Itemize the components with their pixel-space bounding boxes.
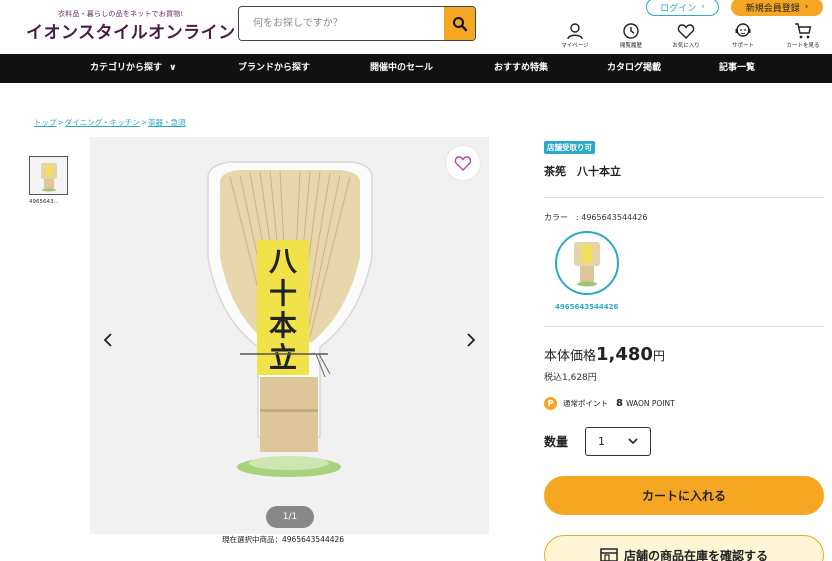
label-char-4: 立 <box>269 341 297 374</box>
swatch-label: 4965643544426 <box>555 303 619 311</box>
price-prefix: 本体価格 <box>544 349 597 364</box>
cart-label: カートを見る <box>786 43 820 49</box>
check-store-stock-button[interactable]: 店舗の商品在庫を確認する <box>544 535 824 561</box>
price: 本体価格1,480円 <box>544 344 665 365</box>
nav-item-label: カテゴリから探す <box>90 63 163 73</box>
breadcrumb-teaware[interactable]: 茶器・急須 <box>148 118 186 127</box>
breadcrumb-top[interactable]: トップ <box>34 118 57 127</box>
mypage-label: マイページ <box>561 43 589 49</box>
history-link[interactable]: 閲覧履歴 <box>608 22 654 49</box>
breadcrumb: トップ>ダイニング・キッチン>茶器・急須 <box>34 117 186 128</box>
favorites-link[interactable]: お気に入り <box>663 22 709 49</box>
heart-icon <box>454 156 472 171</box>
breadcrumb-separator: > <box>140 118 148 127</box>
login-button[interactable]: ログイン › <box>646 0 719 16</box>
selected-product-label: 現在選択中商品：4965643544426 <box>222 535 345 544</box>
quantity-select[interactable]: 1 <box>585 427 651 456</box>
cart-icon <box>795 23 812 39</box>
chevron-left-icon <box>103 333 112 347</box>
prev-image-button[interactable] <box>97 326 119 354</box>
nav-item-category[interactable]: カテゴリから探す ∨ <box>90 54 176 83</box>
register-button[interactable]: 新規会員登録 › <box>731 0 823 16</box>
next-image-button[interactable] <box>460 326 482 354</box>
nav-item-brand[interactable]: ブランドから探す <box>238 54 310 83</box>
clock-icon <box>623 23 639 39</box>
register-label: 新規会員登録 <box>745 3 800 14</box>
price-value: 1,480 <box>596 344 653 365</box>
color-swatch[interactable] <box>555 231 619 295</box>
quantity-label: 数量 <box>544 435 569 449</box>
support-link[interactable]: サポート <box>720 22 766 49</box>
label-char-2: 十 <box>269 277 297 310</box>
support-icon <box>735 23 751 37</box>
favorite-button[interactable] <box>446 146 480 180</box>
user-icon <box>567 23 583 40</box>
product-title: 茶筅 八十本立 <box>544 165 621 178</box>
point-label: 通常ポイント <box>563 399 608 408</box>
price-unit: 円 <box>652 349 665 363</box>
favorites-label: お気に入り <box>672 43 700 49</box>
product-thumbnail[interactable] <box>29 156 68 195</box>
search-input[interactable] <box>239 7 444 40</box>
history-label: 閲覧履歴 <box>619 43 642 49</box>
divider <box>544 197 824 198</box>
image-pager: 1/1 <box>266 506 314 528</box>
store-icon <box>600 548 618 561</box>
login-label: ログイン <box>660 3 697 14</box>
point-unit: WAON POINT <box>625 399 675 408</box>
chevron-down-icon <box>628 438 638 445</box>
breadcrumb-dining[interactable]: ダイニング・キッチン <box>65 118 140 127</box>
mypage-link[interactable]: マイページ <box>552 22 598 49</box>
chasen-thumbnail-image <box>40 162 57 191</box>
search-button[interactable] <box>444 7 475 40</box>
quantity-value: 1 <box>598 435 605 448</box>
global-nav: カテゴリから探す ∨ ブランドから探す 開催中のセール おすすめ特集 カタログ掲… <box>0 54 832 83</box>
product-main-image: 八 十 本 立 <box>90 137 489 534</box>
heart-icon <box>677 24 695 39</box>
label-char-1: 八 <box>269 245 298 278</box>
add-to-cart-button[interactable]: カートに入れる <box>544 476 824 515</box>
tax-included-price: 税込1,628円 <box>544 373 597 383</box>
nav-item-sale[interactable]: 開催中のセール <box>370 54 433 83</box>
label-char-3: 本 <box>269 309 297 342</box>
chasen-image: 八 十 本 立 <box>90 137 489 534</box>
chevron-right-icon <box>467 333 476 347</box>
search-icon <box>452 16 467 31</box>
cart-link[interactable]: カートを見る <box>780 22 826 49</box>
breadcrumb-separator: > <box>57 118 64 127</box>
chasen-swatch-image <box>574 242 600 287</box>
store-button-label: 店舗の商品在庫を確認する <box>623 548 768 561</box>
site-logo[interactable]: イオンスタイルオンライン <box>26 18 236 43</box>
nav-item-articles[interactable]: 記事一覧 <box>719 54 755 83</box>
nav-item-featured[interactable]: おすすめ特集 <box>494 54 548 83</box>
search-bar <box>238 6 476 41</box>
point-icon: P <box>544 397 557 410</box>
chevron-right-icon: › <box>701 2 705 12</box>
chevron-down-icon: ∨ <box>169 63 177 73</box>
support-label: サポート <box>731 43 754 49</box>
color-label: カラー : 4965643544426 <box>544 213 648 222</box>
thumbnail-label: 4965643... <box>29 199 59 205</box>
store-pickup-badge: 店舗受取り可 <box>544 141 595 154</box>
points-row: P 通常ポイント 8 WAON POINT <box>544 397 675 410</box>
point-value: 8 <box>616 398 623 409</box>
divider <box>544 326 824 327</box>
nav-item-catalog[interactable]: カタログ掲載 <box>607 54 661 83</box>
chevron-right-icon: › <box>804 2 809 12</box>
